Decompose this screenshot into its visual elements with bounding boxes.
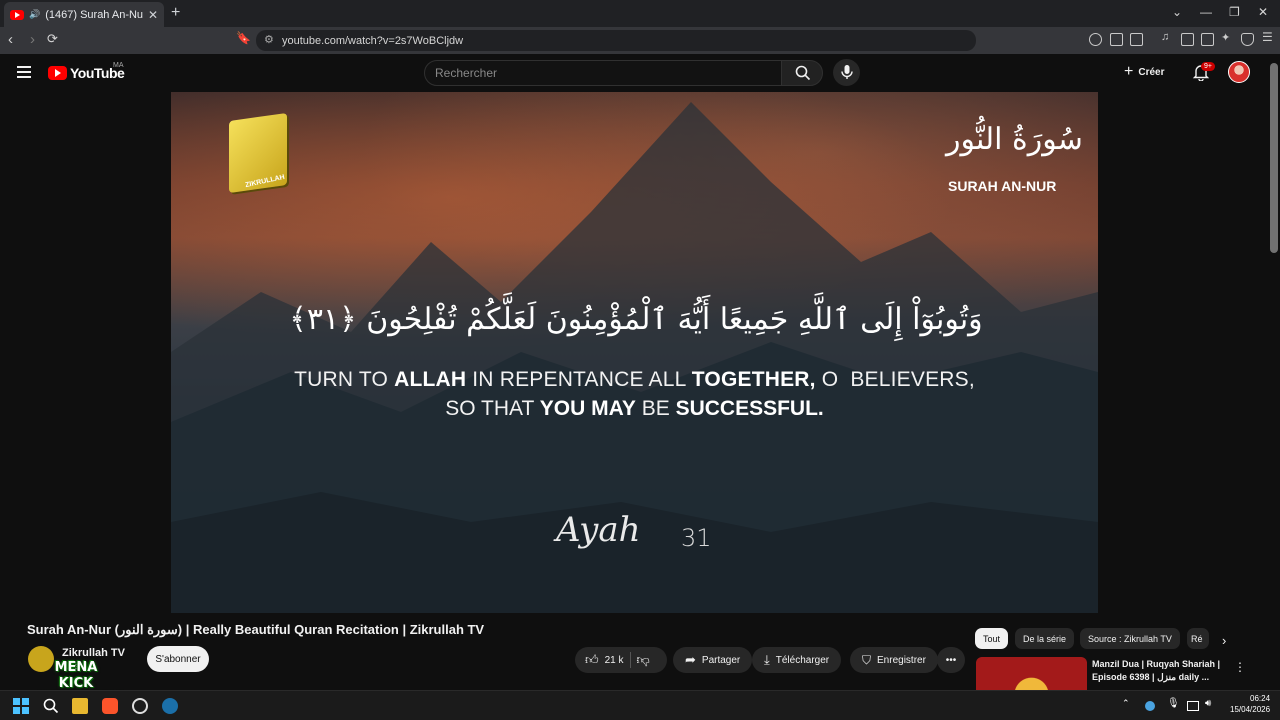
surah-english-title: SURAH AN-NUR: [948, 178, 1057, 194]
tray-app-icon[interactable]: [1145, 701, 1155, 711]
ai-sparkle-icon[interactable]: ✦: [1221, 31, 1234, 44]
shield-icon[interactable]: [1241, 33, 1254, 46]
plus-icon: +: [1124, 63, 1134, 80]
url-text: youtube.com/watch?v=2s7WoBCljdw: [282, 34, 464, 47]
bookmark-icon[interactable]: 🔖: [236, 31, 251, 45]
more-dots-icon: •••: [945, 654, 957, 666]
browser-menu-icon[interactable]: ☰: [1262, 30, 1275, 44]
like-dislike-group: 👍︎ 21 k 👎︎: [575, 647, 667, 673]
download-button[interactable]: ⤓ Télécharger: [752, 647, 842, 673]
network-icon[interactable]: [1187, 701, 1199, 711]
windows-taskbar: ⌃ 🎙︎ 🔊︎: [0, 690, 1280, 720]
forward-button[interactable]: ›: [30, 31, 35, 48]
microphone-icon: [841, 65, 853, 79]
extension-puzzle-icon[interactable]: [1110, 33, 1123, 46]
app-icon[interactable]: [132, 698, 148, 714]
tab-title: (1467) Surah An-Nur (سورة النور): [45, 9, 143, 21]
music-icon[interactable]: ♫: [1161, 31, 1174, 44]
verse-translation-line-1: TURN TO ALLAH IN REPENTANCE ALL TOGETHER…: [294, 368, 975, 391]
chevron-right-icon[interactable]: ›: [1222, 633, 1226, 648]
create-button[interactable]: + Créer: [1124, 63, 1164, 81]
clock-time: 06:24: [1250, 694, 1271, 703]
save-button[interactable]: ⛉ Enregistrer: [850, 647, 938, 673]
ayah-label: Ayah: [556, 510, 641, 550]
share-arrow-icon: ➦: [685, 652, 696, 667]
share-label: Partager: [701, 654, 741, 666]
download-icon: ⤓: [764, 652, 770, 667]
more-actions-button[interactable]: •••: [937, 647, 965, 673]
site-info-icon[interactable]: ⚙: [264, 33, 274, 46]
maximize-button[interactable]: ❐: [1229, 5, 1240, 19]
chip-series[interactable]: De la série: [1015, 628, 1075, 649]
search-placeholder: Rechercher: [435, 66, 498, 80]
recommendation-more-icon[interactable]: ⋮: [1234, 660, 1246, 674]
clock-date: 15/04/2026: [1230, 705, 1271, 714]
country-code: MA: [113, 62, 124, 69]
steam-icon[interactable]: [162, 698, 178, 714]
address-bar[interactable]: ⚙ youtube.com/watch?v=2s7WoBCljdw: [256, 30, 976, 51]
browser-tab[interactable]: 🔊 (1467) Surah An-Nur (سورة النور) ✕: [4, 2, 164, 27]
voice-search-button[interactable]: [833, 59, 860, 86]
chip-all[interactable]: Tout: [975, 628, 1009, 649]
divider: [629, 652, 631, 668]
surah-arabic-title: سُورَةُ النُّور: [946, 122, 1083, 157]
tab-list-chevron-icon[interactable]: ⌄: [1172, 5, 1182, 19]
youtube-favicon-icon: [10, 9, 24, 20]
verse-arabic-text: وَتُوبُوٓاْ إِلَى ٱللَّهِ جَمِيعًا أَيُّ…: [289, 302, 983, 337]
extension-icon-3[interactable]: [1130, 33, 1143, 46]
hamburger-menu-icon[interactable]: [17, 66, 31, 78]
share-button[interactable]: ➦ Partager: [673, 647, 753, 673]
channel-name[interactable]: Zikrullah TV: [62, 647, 125, 659]
volume-icon[interactable]: 🔊︎: [1205, 698, 1221, 714]
reload-button[interactable]: ⟳: [47, 31, 58, 47]
ayah-number: 31: [681, 524, 712, 552]
download-label: Télécharger: [775, 654, 830, 666]
search-button[interactable]: [781, 60, 823, 86]
recommendation-title[interactable]: Manzil Dua | Ruqyah Shariah | Episode 63…: [1092, 658, 1222, 684]
verse-translation-line-2: SO THAT YOU MAY BE SUCCESSFUL.: [445, 397, 824, 420]
like-count: 21 k: [604, 654, 624, 666]
search-input[interactable]: Rechercher: [424, 60, 782, 86]
chip-source[interactable]: Source : Zikrullah TV: [1080, 628, 1180, 649]
windows-start-icon[interactable]: [13, 698, 29, 714]
minimize-button[interactable]: —: [1200, 5, 1212, 19]
wallet-icon[interactable]: [1201, 33, 1214, 46]
notification-count-badge: 9+: [1201, 62, 1215, 71]
youtube-play-icon: [48, 66, 67, 80]
save-label: Enregistrer: [877, 654, 926, 666]
taskbar-clock[interactable]: 06:24 15/04/2026: [1230, 693, 1270, 715]
like-button[interactable]: 👍︎ 21 k: [585, 652, 624, 668]
search-icon: [795, 65, 811, 81]
back-button[interactable]: ‹: [8, 31, 13, 48]
close-window-button[interactable]: ✕: [1258, 5, 1268, 19]
tray-chevron-icon[interactable]: ⌃: [1122, 698, 1138, 714]
file-explorer-icon[interactable]: [72, 698, 88, 714]
extension-icon-1[interactable]: [1089, 33, 1102, 46]
taskbar-search-icon[interactable]: [43, 698, 59, 714]
create-label: Créer: [1138, 66, 1165, 78]
video-title: Surah An-Nur (سورة النور) | Really Beaut…: [27, 622, 485, 637]
browser-toolbar: ‹ › ⟳ 🔖 ⚙ youtube.com/watch?v=2s7WoBCljd…: [0, 27, 1280, 54]
bookmark-icon: ⛉: [862, 652, 872, 667]
close-tab-icon[interactable]: ✕: [148, 8, 158, 22]
browser-tab-strip: 🔊 (1467) Surah An-Nur (سورة النور) ✕ + ⌄…: [0, 0, 1280, 27]
thumbs-up-icon: 👍︎: [585, 652, 599, 667]
user-avatar[interactable]: [1228, 61, 1250, 83]
new-tab-button[interactable]: +: [171, 4, 180, 22]
subscribe-button[interactable]: S'abonner: [147, 646, 209, 672]
microphone-tray-icon[interactable]: 🎙︎: [1167, 698, 1183, 714]
sidebar-icon[interactable]: [1181, 33, 1194, 46]
speaker-icon: 🔊: [29, 9, 41, 19]
brave-browser-icon[interactable]: [102, 698, 118, 714]
youtube-masthead: YouTube MA Rechercher + Créer 9+: [0, 54, 1280, 92]
chip-partial[interactable]: Ré: [1187, 628, 1209, 649]
video-player[interactable]: ZIKRULLAH سُورَةُ النُّور SURAH AN-NUR و…: [171, 92, 1098, 613]
thumbs-down-icon[interactable]: 👎︎: [637, 652, 650, 668]
page-scrollbar[interactable]: [1270, 63, 1278, 253]
